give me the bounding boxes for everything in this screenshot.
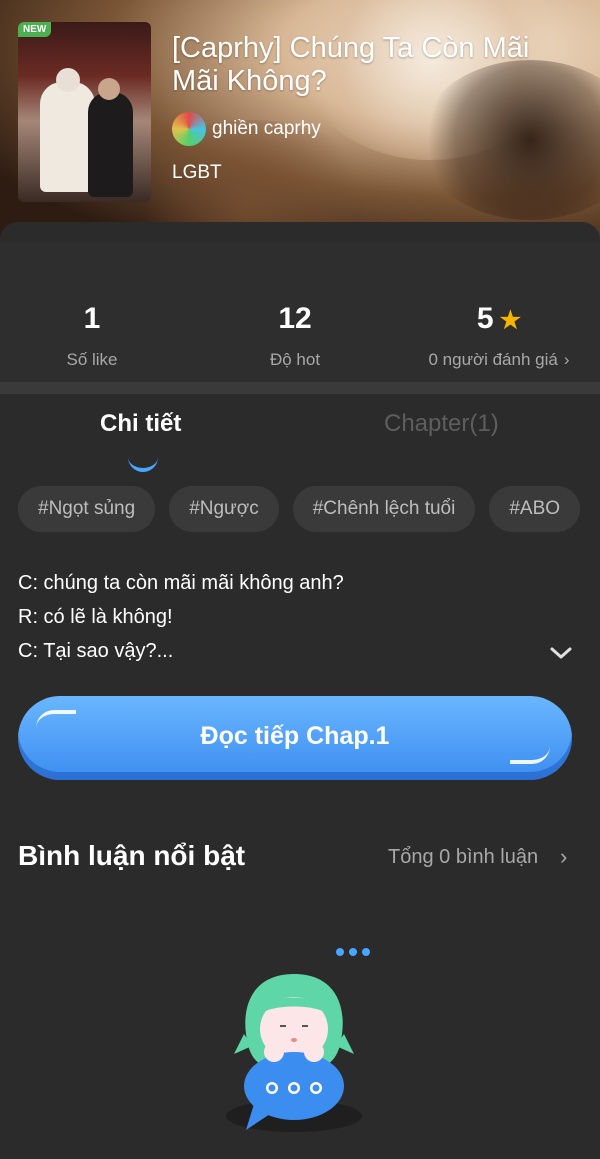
active-tab-indicator bbox=[128, 454, 158, 472]
tab-bar: Chi tiết Chapter(1) bbox=[0, 394, 600, 474]
hot-label: Độ hot bbox=[269, 350, 321, 369]
continue-reading-button[interactable]: Đọc tiếp Chap.1 bbox=[18, 696, 572, 780]
divider bbox=[0, 382, 600, 394]
book-header: NEW [Caprhy] Chúng Ta Còn Mãi Mãi Không?… bbox=[0, 0, 600, 240]
chevron-right-icon[interactable]: › bbox=[560, 844, 567, 870]
stats-row: 1 Số like 12 Độ hot 5 ★ 0 người đánh giá › bbox=[0, 242, 600, 382]
description-line: C: Tại sao vậy?... bbox=[18, 640, 174, 662]
new-badge: NEW bbox=[18, 22, 52, 37]
likes-count: 1 bbox=[83, 302, 101, 335]
chevron-down-icon[interactable] bbox=[548, 640, 574, 666]
tag-chip[interactable]: #ABO bbox=[489, 486, 581, 532]
description: C: chúng ta còn mãi mãi không anh? R: có… bbox=[18, 566, 344, 668]
description-line: R: có lẽ là không! bbox=[18, 606, 173, 628]
author-name[interactable]: ghiền caprhy bbox=[212, 118, 321, 140]
tag-list: #Ngọt sủng #Ngược #Chênh lệch tuổi #ABO bbox=[18, 486, 581, 532]
book-title: [Caprhy] Chúng Ta Còn Mãi Mãi Không? bbox=[172, 32, 530, 97]
empty-comments-illustration bbox=[226, 948, 370, 1132]
comments-total-link[interactable]: Tổng 0 bình luận bbox=[388, 846, 538, 869]
author-avatar[interactable] bbox=[172, 112, 206, 146]
star-icon: ★ bbox=[499, 307, 522, 334]
comments-heading: Bình luận nổi bật bbox=[18, 840, 246, 871]
book-cover[interactable] bbox=[18, 22, 151, 202]
rating-value: 5 bbox=[476, 302, 494, 335]
stat-rating[interactable]: 5 ★ 0 người đánh giá › bbox=[424, 302, 574, 370]
content-panel: 1 Số like 12 Độ hot 5 ★ 0 người đánh giá ›… bbox=[0, 222, 600, 1159]
description-line: C: chúng ta còn mãi mãi không anh? bbox=[18, 572, 344, 594]
rating-count-label: 0 người đánh giá bbox=[428, 350, 558, 369]
tag-chip[interactable]: #Chênh lệch tuổi bbox=[292, 486, 476, 532]
likes-label: Số like bbox=[66, 350, 118, 369]
continue-reading-label: Đọc tiếp Chap.1 bbox=[200, 722, 390, 750]
genre-label[interactable]: LGBT bbox=[172, 162, 222, 184]
hot-count: 12 bbox=[278, 302, 312, 335]
tag-chip[interactable]: #Ngược bbox=[169, 486, 279, 532]
tab-chapters[interactable]: Chapter(1) bbox=[384, 410, 499, 438]
chevron-right-icon: › bbox=[563, 350, 570, 369]
stat-hot: 12 Độ hot bbox=[264, 302, 326, 370]
tag-chip[interactable]: #Ngọt sủng bbox=[18, 486, 156, 532]
stat-likes: 1 Số like bbox=[62, 302, 122, 370]
tab-details[interactable]: Chi tiết bbox=[100, 410, 181, 438]
author[interactable]: ghiền caprhy bbox=[172, 112, 321, 146]
